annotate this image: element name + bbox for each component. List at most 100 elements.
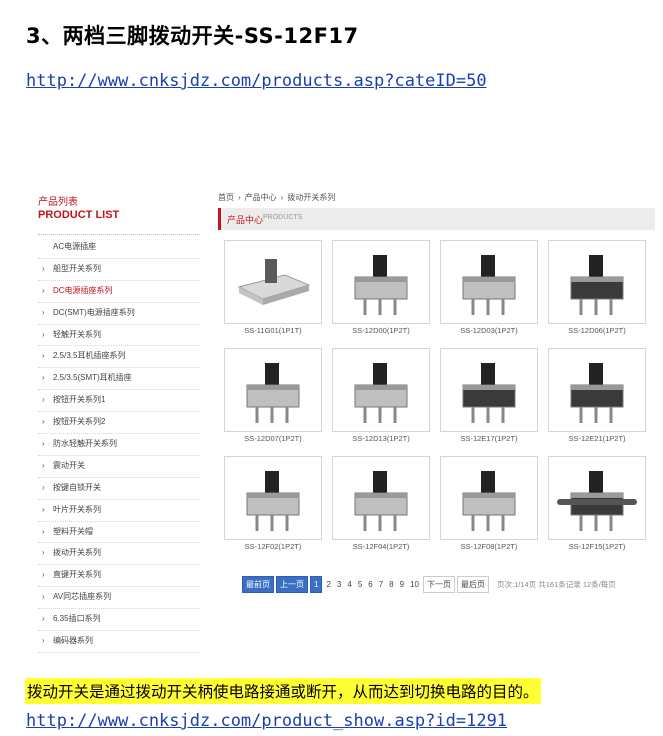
product-card[interactable]: SS-12F08(1P2T) (440, 456, 538, 551)
next-page-button[interactable]: 下一页 (422, 575, 455, 593)
product-name[interactable]: SS-12D13(1P2T) (332, 434, 430, 443)
page-number[interactable]: 10 (408, 576, 421, 592)
sidebar-item[interactable]: › AV同芯插座系列 (38, 587, 200, 610)
breadcrumb-link[interactable]: 拨动开关系列 (287, 193, 335, 202)
toggle-switch-image (246, 471, 300, 531)
product-card[interactable]: SS-12F02(1P2T) (224, 456, 322, 551)
page-number[interactable]: 2 (324, 576, 333, 592)
product-image-frame[interactable] (224, 240, 322, 324)
sidebar-item[interactable]: › 塑料开关帽 (38, 522, 200, 544)
product-main: 首页 › 产品中心 › 拨动开关系列 产品中心 PRODUCTS SS-11G01(1P… (216, 186, 655, 638)
chevron-right-icon: › (42, 395, 45, 405)
product-name[interactable]: SS-12F08(1P2T) (440, 542, 538, 551)
sidebar-item[interactable]: › 按键自锁开关 (38, 478, 200, 500)
breadcrumb-link[interactable]: 产品中心 (245, 193, 277, 202)
sidebar-item-label: 2.5/3.5(SMT)耳机插座 (53, 373, 132, 383)
product-image-frame[interactable] (440, 348, 538, 432)
sidebar-item[interactable]: › 震动开关 (38, 456, 200, 478)
product-image-frame[interactable] (224, 456, 322, 540)
page-number[interactable]: 4 (345, 576, 354, 592)
product-image-frame[interactable] (440, 456, 538, 540)
sidebar-item[interactable]: › 按钮开关系列2 (38, 412, 200, 435)
product-name[interactable]: SS-12D07(1P2T) (224, 434, 322, 443)
product-image-frame[interactable] (332, 240, 430, 324)
chevron-right-icon: › (42, 592, 45, 602)
page-number[interactable]: 1 (310, 575, 323, 593)
page-number[interactable]: 7 (376, 576, 386, 592)
toggle-switch-image (462, 255, 516, 315)
product-name[interactable]: SS-12D06(1P2T) (548, 326, 646, 335)
product-card[interactable]: SS-12E21(1P2T) (548, 348, 646, 443)
page-number[interactable]: 3 (334, 576, 344, 592)
sidebar-item[interactable]: › 按钮开关系列1 (38, 390, 200, 413)
product-name[interactable]: SS-12D03(1P2T) (440, 326, 538, 335)
sidebar-item[interactable]: › 直键开关系列 (38, 565, 200, 588)
product-card[interactable]: SS-11G01(1P1T) (224, 240, 322, 335)
product-card[interactable]: SS-12F04(1P2T) (332, 456, 430, 551)
product-detail-link[interactable]: http://www.cnksjdz.com/product_show.asp?… (26, 711, 507, 731)
product-image-frame[interactable] (548, 348, 646, 432)
product-image-frame[interactable] (440, 240, 538, 324)
product-image-frame[interactable] (332, 348, 430, 432)
product-image-frame[interactable] (224, 348, 322, 432)
product-card[interactable]: SS-12D13(1P2T) (332, 348, 430, 443)
product-name[interactable]: SS-12F02(1P2T) (224, 542, 322, 551)
product-category-link[interactable]: http://www.cnksjdz.com/products.asp?cate… (26, 71, 487, 91)
section-title-en: PRODUCTS (263, 214, 303, 221)
sidebar-item[interactable]: › 防水轻触开关系列 (38, 434, 200, 456)
sidebar-item[interactable]: › 2.5/3.5耳机插座系列 (38, 346, 200, 369)
sidebar-item[interactable]: › 6.35插口系列 (38, 609, 200, 632)
section-title-cn: 产品中心 (227, 215, 264, 225)
sidebar-item-label: 拨动开关系列 (53, 548, 101, 558)
sidebar-item[interactable]: › 2.5/3.5(SMT)耳机插座 (38, 368, 200, 391)
pagination: 最前页 上一页 1 2 3 4 5 6 7 8 9 10 下一页 最后页 页次:1/14页 共161条记录 … (242, 575, 616, 593)
section-bar: 产品中心 PRODUCTS (218, 208, 655, 230)
toggle-switch-image (237, 259, 311, 305)
toggle-switch-image (354, 471, 408, 531)
toggle-switch-image (570, 255, 624, 315)
sidebar-item[interactable]: › 叶片开关系列 (38, 500, 200, 522)
product-sidebar: 产品列表 PRODUCT LIST AC电源插座 › 船型开关系列 › DC电源插座系列… (30, 186, 202, 653)
product-name[interactable]: SS-12E21(1P2T) (548, 434, 646, 443)
product-card[interactable]: SS-12D06(1P2T) (548, 240, 646, 335)
page-number[interactable]: 9 (397, 576, 407, 592)
product-image-frame[interactable] (548, 240, 646, 324)
sidebar-item-label: 叶片开关系列 (53, 504, 101, 514)
sidebar-item[interactable]: › 轻触开关系列 (38, 325, 200, 347)
page-number[interactable]: 8 (387, 576, 396, 592)
sidebar-item[interactable]: › 船型开关系列 (38, 259, 200, 281)
product-card[interactable]: SS-12D00(1P2T) (332, 240, 430, 335)
sidebar-item[interactable]: › 拨动开关系列 (38, 543, 200, 566)
product-card[interactable]: SS-12D07(1P2T) (224, 348, 322, 443)
product-name[interactable]: SS-12F04(1P2T) (332, 542, 430, 551)
product-name[interactable]: SS-12E17(1P2T) (440, 434, 538, 443)
sidebar-item-label: 按键自锁开关 (53, 482, 101, 492)
toggle-switch-image (557, 471, 637, 531)
product-image-frame[interactable] (332, 456, 430, 540)
first-page-button[interactable]: 最前页 (242, 575, 274, 593)
product-card[interactable]: SS-12E17(1P2T) (440, 348, 538, 443)
sidebar-item-label: 6.35插口系列 (53, 614, 101, 624)
sidebar-divider (38, 234, 200, 235)
prev-page-button[interactable]: 上一页 (276, 575, 308, 593)
chevron-right-icon: › (42, 351, 45, 361)
chevron-right-icon: › (42, 373, 45, 383)
sidebar-item[interactable]: AC电源插座 (38, 237, 200, 259)
product-image-frame[interactable] (548, 456, 646, 540)
sidebar-item[interactable]: › 编码器系列 (38, 631, 200, 653)
chevron-right-icon: › (42, 548, 45, 558)
product-name[interactable]: SS-11G01(1P1T) (224, 326, 322, 335)
sidebar-item-label: 2.5/3.5耳机插座系列 (53, 351, 126, 361)
page-number[interactable]: 5 (355, 576, 365, 592)
product-card[interactable]: SS-12F15(1P2T) (548, 456, 646, 551)
product-name[interactable]: SS-12D00(1P2T) (332, 326, 430, 335)
product-name[interactable]: SS-12F15(1P2T) (548, 542, 646, 551)
product-card[interactable]: SS-12D03(1P2T) (440, 240, 538, 335)
last-page-button[interactable]: 最后页 (456, 575, 489, 593)
page-number[interactable]: 6 (366, 576, 375, 592)
breadcrumb-link[interactable]: 首页 (218, 193, 234, 202)
sidebar-item[interactable]: › DC(SMT)电源插座系列 (38, 303, 200, 325)
sidebar-item[interactable]: › DC电源插座系列 (38, 281, 200, 303)
chevron-right-icon: › (42, 614, 45, 624)
description-note: 拨动开关是通过拨动开关柄使电路接通或断开，从而达到切换电路的目的。 (25, 678, 541, 704)
